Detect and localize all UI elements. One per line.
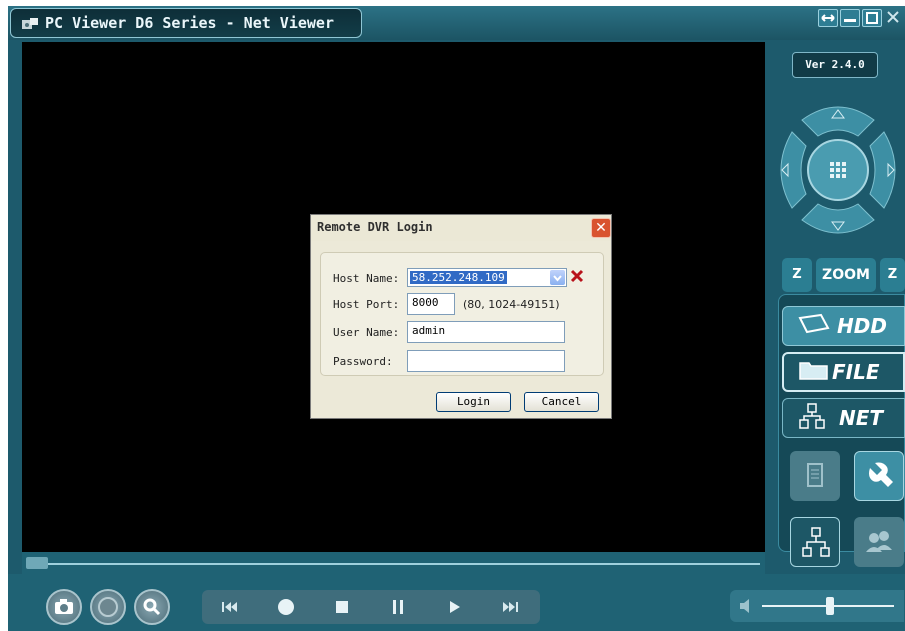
close-button[interactable] bbox=[884, 9, 904, 27]
password-input[interactable] bbox=[407, 350, 565, 372]
window-title: PC Viewer D6 Series - Net Viewer bbox=[45, 14, 334, 32]
stop-icon bbox=[336, 601, 348, 613]
host-port-label: Host Port: bbox=[333, 298, 400, 311]
seek-thumb[interactable] bbox=[26, 557, 48, 569]
user-name-label: User Name: bbox=[333, 326, 400, 339]
app-window: PC Viewer D6 Series - Net Viewer Remote … bbox=[8, 6, 905, 631]
folder-icon bbox=[798, 358, 832, 387]
skip-back-icon bbox=[222, 602, 237, 612]
ptz-down-button[interactable] bbox=[801, 203, 875, 234]
zoom-in-button[interactable]: Z bbox=[782, 258, 812, 292]
zoom-label: ZOOM bbox=[816, 258, 876, 292]
dialog-title-bar: Remote DVR Login ✕ bbox=[311, 215, 611, 241]
chevron-down-icon[interactable] bbox=[550, 270, 565, 285]
ptz-right-button[interactable] bbox=[869, 131, 896, 209]
play-record-button[interactable] bbox=[258, 590, 314, 624]
net-label: NET bbox=[839, 406, 884, 430]
ptz-up-button[interactable] bbox=[801, 106, 875, 137]
wrench-icon bbox=[869, 462, 893, 487]
record-button[interactable] bbox=[90, 589, 126, 625]
title-tab: PC Viewer D6 Series - Net Viewer bbox=[10, 8, 362, 38]
ptz-dpad bbox=[780, 106, 896, 234]
pause-button[interactable] bbox=[370, 590, 426, 624]
zoom-in-label: Z bbox=[792, 267, 802, 282]
playback-controls bbox=[8, 574, 905, 631]
maximize-button[interactable] bbox=[862, 9, 882, 27]
restore-button[interactable] bbox=[818, 9, 838, 27]
port-range-hint: (80, 1024-49151) bbox=[463, 298, 560, 311]
network-config-icon bbox=[802, 527, 830, 557]
version-label: Ver 2.4.0 bbox=[792, 52, 878, 78]
users-icon bbox=[866, 531, 892, 552]
zoom-out-label: Z bbox=[887, 267, 898, 282]
play-button[interactable] bbox=[426, 590, 482, 624]
users-button[interactable] bbox=[854, 517, 904, 567]
minimize-button[interactable] bbox=[840, 9, 860, 27]
seek-track bbox=[42, 563, 760, 565]
skip-forward-icon bbox=[503, 602, 518, 612]
record-icon bbox=[98, 597, 118, 617]
host-port-input[interactable]: 8000 bbox=[407, 293, 455, 315]
net-mode-button[interactable]: NET bbox=[782, 398, 905, 438]
hdd-mode-button[interactable]: HDD bbox=[782, 306, 905, 346]
login-button[interactable]: Login bbox=[436, 392, 511, 412]
remote-login-dialog: Remote DVR Login ✕ Host Name: 58.252.248… bbox=[310, 214, 612, 419]
file-label: FILE bbox=[832, 360, 880, 384]
volume-thumb[interactable] bbox=[826, 597, 834, 615]
dialog-title: Remote DVR Login bbox=[317, 220, 433, 234]
hdd-label: HDD bbox=[837, 314, 887, 338]
skip-back-button[interactable] bbox=[202, 590, 258, 624]
seek-bar[interactable] bbox=[22, 552, 765, 574]
camera-icon bbox=[55, 599, 73, 614]
host-name-value: 58.252.248.109 bbox=[410, 271, 507, 284]
zoom-out-button[interactable]: Z bbox=[880, 258, 905, 292]
search-button[interactable] bbox=[134, 589, 170, 625]
host-name-combobox[interactable]: 58.252.248.109 bbox=[407, 268, 567, 287]
speaker-icon[interactable] bbox=[738, 598, 756, 614]
user-name-input[interactable]: admin bbox=[407, 321, 565, 343]
play-icon bbox=[450, 601, 460, 613]
document-icon bbox=[807, 463, 823, 487]
network-config-button[interactable] bbox=[790, 517, 840, 567]
password-label: Password: bbox=[333, 355, 393, 368]
file-mode-button[interactable]: FILE bbox=[782, 352, 905, 392]
log-button[interactable] bbox=[790, 451, 840, 501]
transport-bar bbox=[202, 590, 540, 624]
stop-button[interactable] bbox=[314, 590, 370, 624]
control-panel: Ver 2.4.0 Z ZOOM Z HDD FILE NET bbox=[770, 42, 905, 567]
pause-icon bbox=[393, 600, 403, 614]
settings-button[interactable] bbox=[854, 451, 904, 501]
snapshot-button[interactable] bbox=[46, 589, 82, 625]
hdd-icon bbox=[797, 312, 833, 341]
skip-forward-button[interactable] bbox=[482, 590, 538, 624]
cancel-button[interactable]: Cancel bbox=[524, 392, 599, 412]
app-icon bbox=[21, 16, 39, 30]
dot-icon bbox=[278, 599, 294, 615]
dialog-close-button[interactable]: ✕ bbox=[591, 218, 611, 238]
search-icon bbox=[143, 598, 161, 616]
network-icon bbox=[797, 401, 835, 436]
host-name-label: Host Name: bbox=[333, 272, 400, 285]
title-bar: PC Viewer D6 Series - Net Viewer bbox=[8, 6, 905, 40]
delete-host-icon[interactable] bbox=[570, 268, 584, 288]
volume-control bbox=[730, 590, 904, 622]
ptz-left-button[interactable] bbox=[780, 131, 807, 209]
